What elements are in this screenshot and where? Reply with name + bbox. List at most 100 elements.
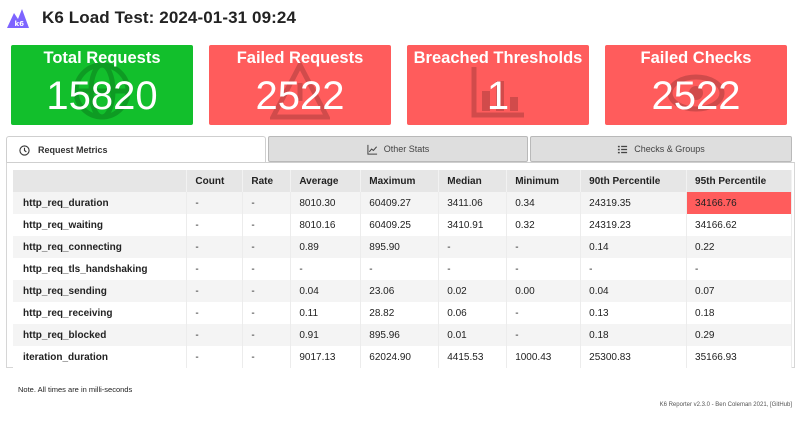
table-row: http_req_blocked - -0.91 895.96 0.01-0.18 0.2… <box>13 324 792 346</box>
metric-value: - <box>438 236 508 258</box>
metric-value: - <box>242 346 292 368</box>
card-value: 2522 <box>651 74 741 118</box>
card-label: Breached Thresholds <box>413 49 583 67</box>
metric-name: iteration_duration <box>13 346 188 368</box>
metric-value: 0.18 <box>580 324 688 346</box>
metric-name: http_req_waiting <box>13 214 188 236</box>
tab-label: Checks & Groups <box>634 144 705 154</box>
metric-value: 895.96 <box>360 324 440 346</box>
metric-value: - <box>242 324 292 346</box>
metric-value: 0.02 <box>438 280 508 302</box>
clock-icon <box>19 144 30 156</box>
metric-value: - <box>580 258 688 280</box>
metric-value: - <box>186 192 244 214</box>
tab-bar: Request Metrics Other Stats Checks & Gro… <box>6 136 792 163</box>
column-header: Maximum <box>360 170 440 192</box>
tab-checks-groups[interactable]: Checks & Groups <box>530 136 792 162</box>
metric-value: 4415.53 <box>438 346 508 368</box>
column-header: 95th Percentile <box>686 170 792 192</box>
note-text: Note. All times are in milli-seconds <box>18 385 133 394</box>
tab-label: Request Metrics <box>38 145 108 155</box>
table-row: iteration_duration - -9017.13 62024.90 4415.… <box>13 346 792 368</box>
card-value: 2522 <box>255 74 345 118</box>
metric-value: 0.14 <box>580 236 688 258</box>
metric-value: - <box>186 280 244 302</box>
metric-name: http_req_connecting <box>13 236 188 258</box>
metric-value: - <box>186 214 244 236</box>
metric-value: - <box>186 302 244 324</box>
metric-value: 0.34 <box>506 192 582 214</box>
metric-value: 28.82 <box>360 302 440 324</box>
metric-value: 0.01 <box>438 324 508 346</box>
table-row: http_req_waiting - -8010.16 60409.25 3410.91… <box>13 214 792 236</box>
metric-value: 3411.06 <box>438 192 508 214</box>
metric-value: 0.13 <box>580 302 688 324</box>
metric-value: 0.89 <box>290 236 362 258</box>
card-label: Failed Requests <box>236 49 364 67</box>
breached-thresholds-card: Breached Thresholds 1 <box>407 45 589 125</box>
metric-value: 23.06 <box>360 280 440 302</box>
metric-value: 0.00 <box>506 280 582 302</box>
metric-value: 8010.16 <box>290 214 362 236</box>
table-row: http_req_duration - -8010.30 60409.27 3411.0… <box>13 192 792 214</box>
list-check-icon <box>618 145 628 153</box>
metric-value: 0.06 <box>438 302 508 324</box>
failed-requests-card: Failed Requests 2522 <box>209 45 391 125</box>
metric-value: 25300.83 <box>580 346 688 368</box>
column-header: Median <box>438 170 508 192</box>
metric-value: - <box>186 236 244 258</box>
table-row: http_req_receiving - -0.11 28.82 0.06-0.13 0.… <box>13 302 792 324</box>
total-requests-card: Total Requests 15820 <box>11 45 193 125</box>
table-row: http_req_tls_handshaking - - - - - - - - <box>13 258 792 280</box>
metric-value: 0.22 <box>686 236 792 258</box>
metric-value: - <box>242 258 292 280</box>
metric-value: - <box>506 324 582 346</box>
metric-value: - <box>242 214 292 236</box>
metric-value: 0.04 <box>290 280 362 302</box>
column-header: Rate <box>242 170 292 192</box>
metric-value: - <box>242 280 292 302</box>
metric-value: 62024.90 <box>360 346 440 368</box>
metric-value: 24319.23 <box>580 214 688 236</box>
metric-value: 8010.30 <box>290 192 362 214</box>
metric-value: - <box>506 236 582 258</box>
metric-value: - <box>360 258 440 280</box>
metric-name: http_req_receiving <box>13 302 188 324</box>
metric-value: - <box>438 258 508 280</box>
metric-name: http_req_tls_handshaking <box>13 258 188 280</box>
metric-value: 895.90 <box>360 236 440 258</box>
tab-other-stats[interactable]: Other Stats <box>268 136 528 162</box>
card-value: 1 <box>486 74 510 118</box>
svg-text:k6: k6 <box>15 20 25 28</box>
column-header: Count <box>186 170 244 192</box>
metric-value: 34166.62 <box>686 214 792 236</box>
metric-name: http_req_duration <box>13 192 188 214</box>
card-value: 15820 <box>46 74 158 118</box>
metrics-table: Count Rate Average Maximum Median Minimu… <box>13 170 792 368</box>
tab-label: Other Stats <box>383 144 430 154</box>
footer-credit: K6 Reporter v2.3.0 - Ben Coleman 2021, [… <box>659 402 792 408</box>
metric-value: 0.07 <box>686 280 792 302</box>
column-header: Average <box>290 170 362 192</box>
card-label: Total Requests <box>43 49 161 67</box>
page-title: K6 Load Test: 2024-01-31 09:24 <box>42 8 297 27</box>
metric-value: - <box>186 258 244 280</box>
card-label: Failed Checks <box>640 49 752 67</box>
metric-value: 1000.43 <box>506 346 582 368</box>
metric-value: 0.18 <box>686 302 792 324</box>
metric-value: 0.91 <box>290 324 362 346</box>
request-metrics-panel: Count Rate Average Maximum Median Minimu… <box>6 162 795 368</box>
metric-value: 0.29 <box>686 324 792 346</box>
tab-request-metrics[interactable]: Request Metrics <box>6 136 266 163</box>
header: k6 K6 Load Test: 2024-01-31 09:24 <box>6 4 296 32</box>
metric-value: 0.04 <box>580 280 688 302</box>
column-header: Minimum <box>506 170 582 192</box>
metric-value: 35166.93 <box>686 346 792 368</box>
table-row: http_req_sending - -0.04 23.06 0.02 0.00 0.04 0… <box>13 280 792 302</box>
metric-name: http_req_blocked <box>13 324 188 346</box>
metric-value: 34166.76 <box>686 192 792 214</box>
metric-value: - <box>506 302 582 324</box>
k6-logo-icon: k6 <box>6 7 30 29</box>
metric-value: - <box>186 346 244 368</box>
metric-value: - <box>242 236 292 258</box>
